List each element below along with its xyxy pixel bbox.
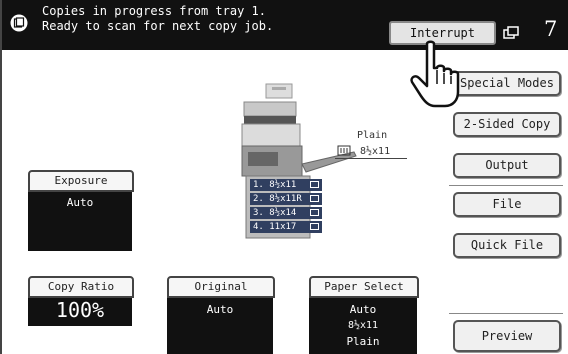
quick-file-button[interactable]: Quick File [453, 233, 561, 258]
special-modes-button[interactable]: Special Modes [453, 71, 561, 96]
tray-3-indicator: 3. 8½x14 [250, 207, 322, 219]
tray-4-indicator: 4. 11x17 [250, 221, 322, 233]
tray-paper-icon [310, 209, 319, 216]
exposure-value: Auto [66, 196, 94, 209]
bypass-paper-size: 8½x11 [360, 146, 391, 157]
copy-ratio-button[interactable]: Copy Ratio [28, 276, 134, 298]
menu-divider [449, 185, 563, 186]
original-button[interactable]: Original [167, 276, 275, 298]
status-message-line1: Copies in progress from tray 1. [42, 4, 266, 18]
paper-select-value-panel[interactable]: Auto 8½x11 Plain [309, 296, 417, 354]
pointer-hand-icon [410, 40, 460, 108]
status-message-line2: Ready to scan for next copy job. [42, 19, 274, 33]
exposure-value-panel[interactable]: Auto [28, 190, 132, 251]
exposure-button[interactable]: Exposure [28, 170, 134, 192]
status-bar: Copies in progress from tray 1. Ready to… [2, 0, 568, 50]
tray-paper-icon [310, 181, 319, 188]
bypass-paper-type: Plain [357, 130, 388, 141]
job-status-icon[interactable] [502, 25, 522, 41]
paper-select-button[interactable]: Paper Select [309, 276, 419, 298]
file-button[interactable]: File [453, 192, 561, 217]
paper-select-value-type: Plain [346, 335, 380, 348]
tray-paper-icon [310, 195, 319, 202]
bypass-underline [335, 158, 407, 159]
copy-ratio-value-panel[interactable]: 100% [28, 296, 132, 326]
bypass-tray-icon [337, 145, 351, 156]
two-sided-copy-button[interactable]: 2-Sided Copy [453, 112, 561, 137]
copy-job-icon [10, 14, 28, 32]
menu-divider [449, 313, 563, 314]
job-count: 7 [544, 17, 558, 41]
paper-select-value-size: 8½x11 [347, 320, 379, 331]
original-value: Auto [206, 303, 234, 316]
tray-1-indicator: 1. 8½x11 [250, 179, 322, 191]
paper-select-value-mode: Auto [349, 303, 377, 316]
copy-mode-screen: Copies in progress from tray 1. Ready to… [0, 0, 568, 354]
tray-2-indicator: 2. 8½x11R [250, 193, 322, 205]
tray-paper-icon [310, 223, 319, 230]
copy-ratio-value: 100% [55, 298, 105, 322]
preview-button[interactable]: Preview [453, 320, 561, 352]
output-button[interactable]: Output [453, 153, 561, 178]
original-value-panel[interactable]: Auto [167, 296, 273, 354]
